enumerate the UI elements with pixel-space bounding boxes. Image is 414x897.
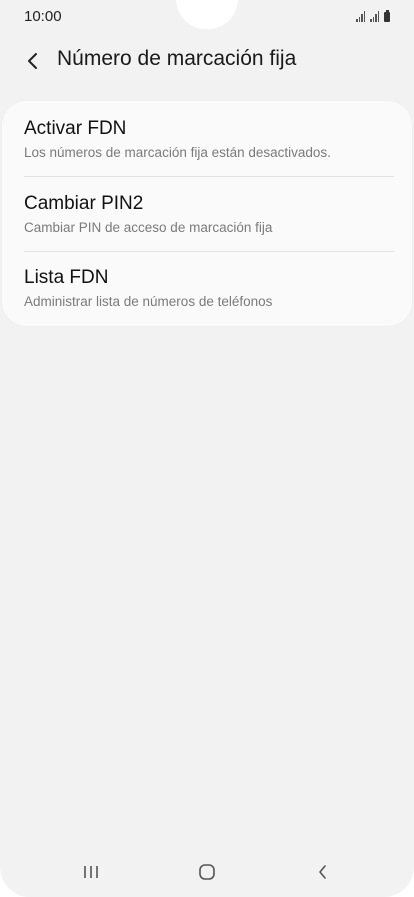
activar-fdn-item[interactable]: Activar FDN Los números de marcación fij…	[2, 101, 412, 175]
item-subtitle: Administrar lista de números de teléfono…	[24, 294, 273, 309]
cambiar-pin2-item[interactable]: Cambiar PIN2 Cambiar PIN de acceso de ma…	[2, 177, 412, 251]
phone-screen: 10:00 Número de marcación fija Activar F…	[0, 0, 414, 897]
nav-back-button[interactable]	[301, 856, 345, 888]
camera-notch	[176, 0, 238, 29]
battery-icon	[384, 10, 390, 22]
settings-card: Activar FDN Los números de marcación fij…	[2, 101, 412, 326]
item-subtitle: Cambiar PIN de acceso de marcación fija	[24, 220, 273, 235]
navigation-bar	[0, 852, 414, 892]
signal-icon	[356, 11, 365, 22]
item-title: Activar FDN	[24, 118, 127, 139]
lista-fdn-item[interactable]: Lista FDN Administrar lista de números d…	[2, 252, 412, 326]
home-button[interactable]	[185, 856, 229, 888]
back-icon	[319, 865, 326, 879]
item-title: Lista FDN	[24, 267, 109, 288]
chevron-left-icon	[28, 53, 37, 69]
item-subtitle: Los números de marcación fija están desa…	[24, 145, 331, 160]
status-time: 10:00	[24, 8, 62, 25]
status-icons	[356, 10, 390, 22]
back-button[interactable]	[18, 46, 48, 76]
signal-icon-sim2	[370, 11, 379, 22]
recents-button[interactable]	[69, 856, 113, 888]
item-title: Cambiar PIN2	[24, 193, 144, 214]
status-bar: 10:00	[0, 0, 414, 34]
page-title: Número de marcación fija	[57, 47, 297, 70]
home-icon	[199, 864, 215, 880]
app-bar: Número de marcación fija	[0, 40, 414, 84]
recents-icon	[84, 866, 98, 878]
